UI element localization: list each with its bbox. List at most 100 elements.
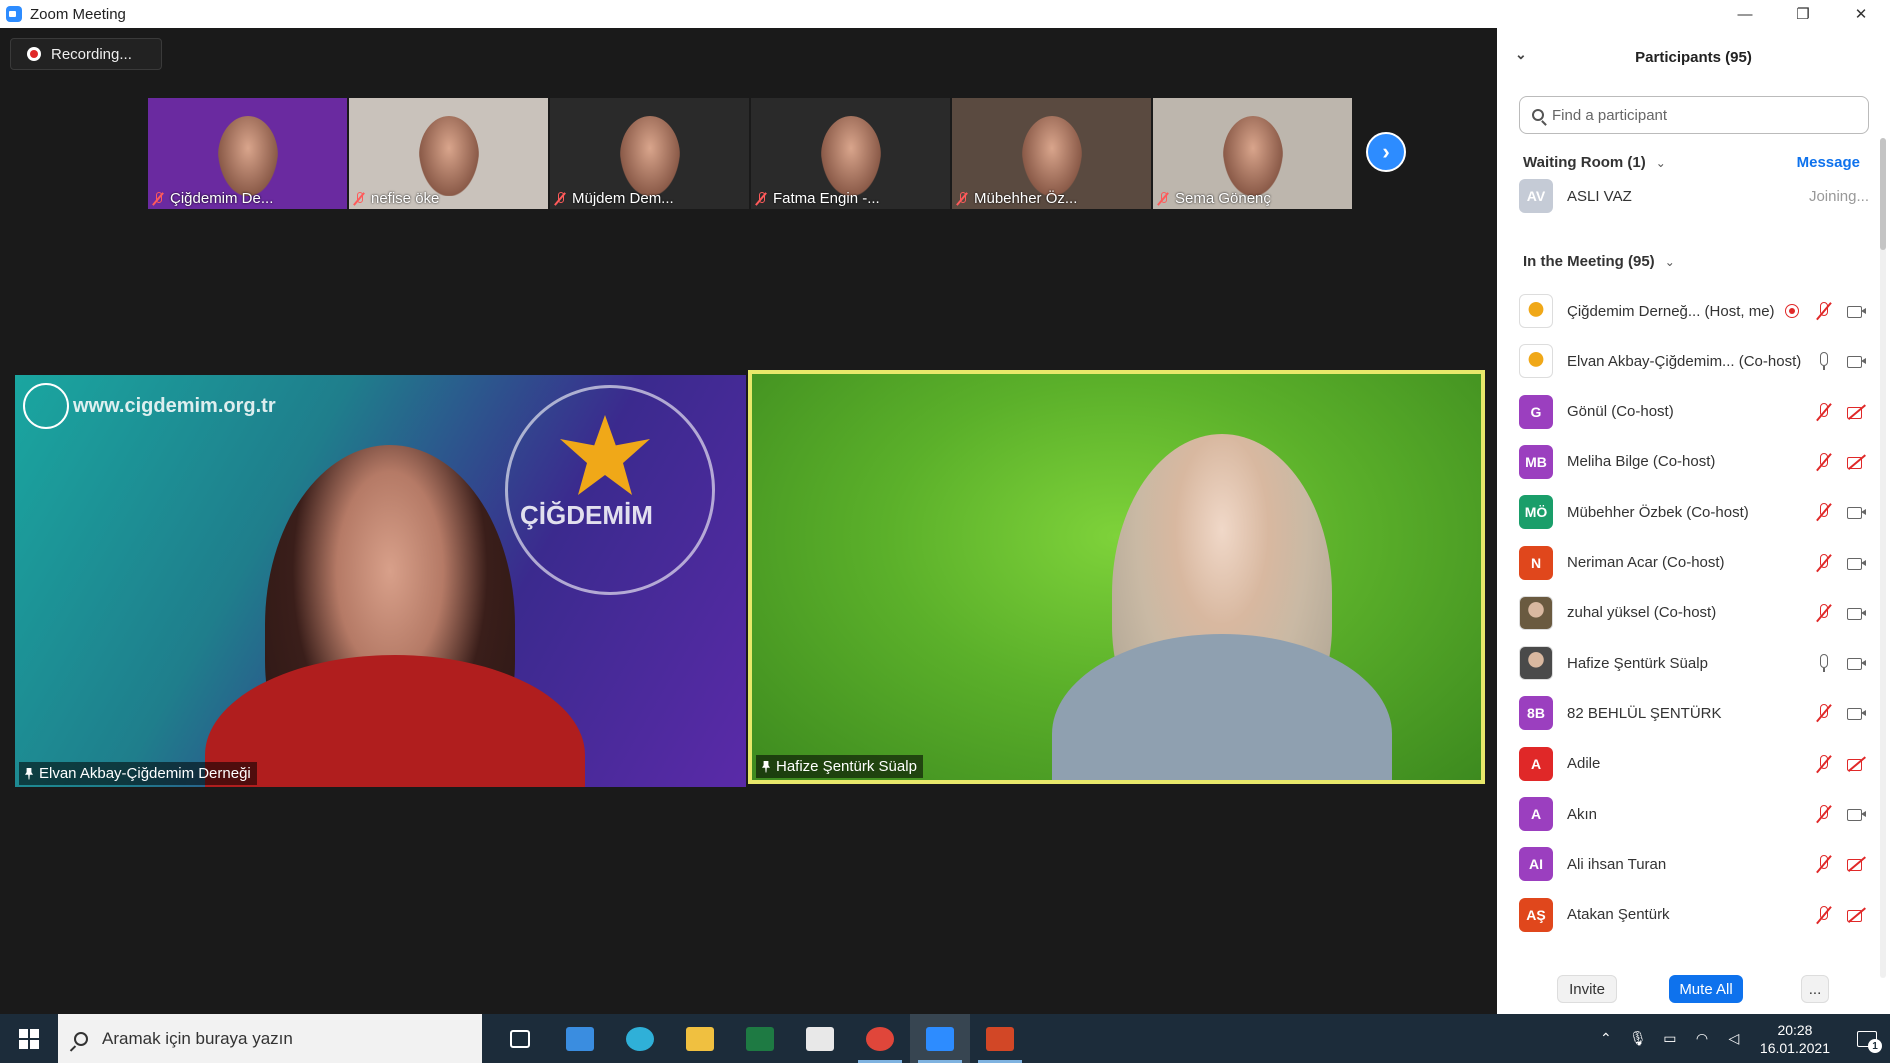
- muted-mic-icon[interactable]: [1813, 602, 1835, 624]
- participant-row[interactable]: MB Meliha Bilge (Co-host): [1519, 437, 1869, 487]
- taskbar-app-excel[interactable]: [730, 1014, 790, 1063]
- avatar: AŞ: [1519, 897, 1553, 932]
- muted-mic-icon[interactable]: [1813, 702, 1835, 724]
- thumbnail-video-tile[interactable]: Mübehher Öz...: [952, 98, 1151, 209]
- participant-row[interactable]: G Gönül (Co-host): [1519, 387, 1869, 437]
- thumbnail-video-tile[interactable]: nefise öke: [349, 98, 548, 209]
- video-camera-icon[interactable]: [1845, 652, 1869, 674]
- start-button[interactable]: [0, 1014, 58, 1063]
- taskbar-search-box[interactable]: Aramak için buraya yazın: [58, 1014, 482, 1063]
- wifi-icon[interactable]: ◠: [1691, 1030, 1713, 1047]
- taskbar-app-powerpoint[interactable]: [970, 1014, 1030, 1063]
- video-camera-icon[interactable]: [1845, 552, 1869, 574]
- taskbar-app-task-view[interactable]: [490, 1014, 550, 1063]
- chevron-up-icon[interactable]: ⌃: [1595, 1030, 1617, 1047]
- more-options-button[interactable]: ...: [1801, 975, 1829, 1003]
- participant-video: [1223, 116, 1283, 196]
- thumbnail-video-tile[interactable]: Sema Gönenç: [1153, 98, 1352, 209]
- muted-mic-icon: [1157, 191, 1169, 206]
- pin-icon: [762, 760, 770, 773]
- mic-icon[interactable]: [1813, 350, 1835, 372]
- participant-list-scrollbar[interactable]: [1880, 138, 1886, 978]
- thumbnail-name-label: Çiğdemim De...: [152, 190, 273, 207]
- participant-row[interactable]: AŞ Atakan Şentürk: [1519, 890, 1869, 940]
- search-placeholder: Find a participant: [1552, 106, 1668, 124]
- collapse-panel-icon[interactable]: ⌄: [1515, 46, 1527, 63]
- mute-all-button[interactable]: Mute All: [1669, 975, 1743, 1003]
- thumbnail-video-tile[interactable]: Fatma Engin -...: [751, 98, 950, 209]
- waiting-participant-row[interactable]: AV ASLI VAZ Joining...: [1519, 171, 1869, 221]
- video-tile-left[interactable]: www.cigdemim.org.tr ÇİĞDEMİM Elvan Akbay…: [15, 375, 746, 787]
- video-camera-icon[interactable]: [1845, 350, 1869, 372]
- video-tile-right-active-speaker[interactable]: Hafize Şentürk Süalp: [748, 370, 1485, 784]
- muted-mic-icon[interactable]: [1813, 552, 1835, 574]
- next-page-button[interactable]: ›: [1366, 132, 1406, 172]
- close-button[interactable]: ✕: [1832, 0, 1890, 28]
- waiting-room-header[interactable]: Waiting Room (1) ⌄: [1523, 154, 1666, 171]
- participant-row[interactable]: MÖ Mübehher Özbek (Co-host): [1519, 487, 1869, 537]
- participant-name: Hafize Şentürk Süalp: [1567, 654, 1708, 672]
- muted-mic-icon[interactable]: [1813, 501, 1835, 523]
- taskbar-app-zoom[interactable]: [910, 1014, 970, 1063]
- participant-row[interactable]: N Neriman Acar (Co-host): [1519, 538, 1869, 588]
- invite-button[interactable]: Invite: [1557, 975, 1617, 1003]
- video-camera-icon[interactable]: [1845, 702, 1869, 724]
- participant-row[interactable]: zuhal yüksel (Co-host): [1519, 588, 1869, 638]
- taskbar-app-store[interactable]: [790, 1014, 850, 1063]
- recording-label: Recording...: [51, 45, 132, 63]
- muted-mic-icon[interactable]: [1813, 904, 1835, 926]
- video-off-icon[interactable]: [1845, 904, 1869, 926]
- video-off-icon[interactable]: [1845, 753, 1869, 775]
- video-off-icon[interactable]: [1845, 451, 1869, 473]
- recording-indicator[interactable]: Recording...: [10, 38, 162, 70]
- participant-row[interactable]: 8B 82 BEHLÜL ŞENTÜRK: [1519, 688, 1869, 738]
- participant-name: Çiğdemim Derneğ... (Host, me): [1567, 302, 1775, 320]
- muted-mic-icon[interactable]: [1813, 803, 1835, 825]
- muted-mic-icon[interactable]: [1813, 401, 1835, 423]
- in-meeting-header[interactable]: In the Meeting (95) ⌄: [1523, 253, 1675, 270]
- restore-button[interactable]: ❐: [1774, 0, 1832, 28]
- mic-icon[interactable]: [1813, 652, 1835, 674]
- battery-icon[interactable]: ▭: [1659, 1030, 1681, 1047]
- participant-row[interactable]: Çiğdemim Derneğ... (Host, me): [1519, 286, 1869, 336]
- video-off-icon[interactable]: [1845, 401, 1869, 423]
- participant-status-icons: [1813, 501, 1869, 523]
- taskbar-app-mail[interactable]: [550, 1014, 610, 1063]
- participant-name: Akın: [1567, 805, 1598, 823]
- participant-name: Elvan Akbay-Çiğdemim... (Co-host): [1567, 352, 1802, 370]
- minimize-button[interactable]: —: [1716, 0, 1774, 28]
- taskbar-app-chrome[interactable]: [850, 1014, 910, 1063]
- volume-icon[interactable]: ◁: [1723, 1030, 1745, 1047]
- participant-row[interactable]: Hafize Şentürk Süalp: [1519, 638, 1869, 688]
- panel-title: Participants (95): [1635, 48, 1752, 66]
- video-camera-icon[interactable]: [1845, 501, 1869, 523]
- video-camera-icon[interactable]: [1845, 300, 1869, 322]
- taskbar-app-edge[interactable]: [610, 1014, 670, 1063]
- video-off-icon[interactable]: [1845, 853, 1869, 875]
- microphone-icon[interactable]: 🎙: [1627, 1030, 1649, 1047]
- video-camera-icon[interactable]: [1845, 602, 1869, 624]
- notification-center-button[interactable]: 1: [1844, 1014, 1890, 1063]
- participant-row[interactable]: A Akın: [1519, 789, 1869, 839]
- muted-mic-icon[interactable]: [1813, 451, 1835, 473]
- participant-search-input[interactable]: Find a participant: [1519, 96, 1869, 134]
- video-camera-icon[interactable]: [1845, 803, 1869, 825]
- muted-mic-icon: [554, 191, 566, 206]
- participant-row[interactable]: AI Ali ihsan Turan: [1519, 839, 1869, 889]
- message-waiting-room-button[interactable]: Message: [1797, 154, 1860, 171]
- clock-time: 20:28: [1777, 1021, 1813, 1038]
- clock[interactable]: 20:28 16.01.2021: [1760, 1021, 1830, 1057]
- file-explorer-icon: [686, 1026, 714, 1051]
- muted-mic-icon[interactable]: [1813, 300, 1835, 322]
- window-controls: — ❐ ✕: [1716, 0, 1890, 28]
- participant-row[interactable]: A Adile: [1519, 739, 1869, 789]
- muted-mic-icon: [956, 191, 968, 206]
- taskbar-app-file-explorer[interactable]: [670, 1014, 730, 1063]
- thumbnail-video-tile[interactable]: Çiğdemim De...: [148, 98, 347, 209]
- thumbnail-video-tile[interactable]: Müjdem Dem...: [550, 98, 749, 209]
- avatar: [1519, 646, 1553, 681]
- participant-row[interactable]: Elvan Akbay-Çiğdemim... (Co-host): [1519, 336, 1869, 386]
- muted-mic-icon[interactable]: [1813, 753, 1835, 775]
- muted-mic-icon[interactable]: [1813, 853, 1835, 875]
- recording-icon: [1785, 304, 1799, 318]
